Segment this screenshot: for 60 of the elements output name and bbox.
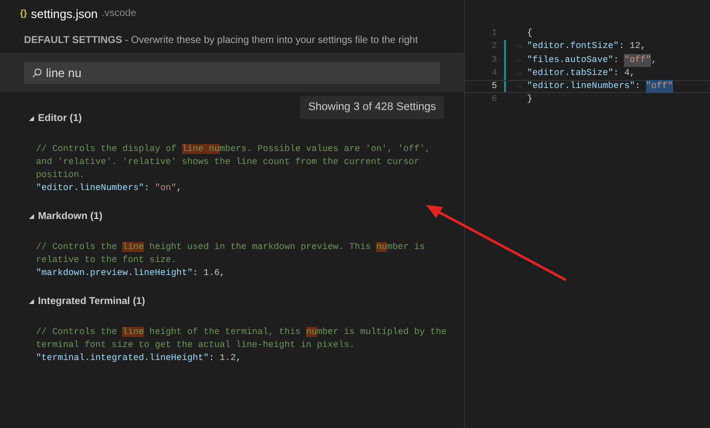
punctuation: {	[527, 27, 532, 40]
comment-line: relative to the font size.	[36, 254, 176, 266]
setting-key: "files.autoSave"	[527, 54, 614, 67]
comment-line: terminal font size to get the actual line-height in pixels.	[36, 338, 355, 352]
result-count-badge: Showing 3 of 428 Settings	[300, 96, 444, 118]
setting-key: "editor.fontSize"	[527, 40, 619, 54]
string-value: "off"	[646, 80, 673, 94]
setting-key: "editor.lineNumbers"	[527, 80, 636, 94]
line-number: 6	[490, 93, 497, 106]
line-number: 3	[490, 54, 497, 67]
json-file-icon: {}	[20, 6, 28, 20]
punctuation: :	[144, 182, 150, 194]
folder-name: .vscode	[102, 7, 136, 21]
comment-line: position.	[36, 168, 85, 182]
comment-line: // Controls the display of line numbers. Possible values are 'on', 'off',	[36, 142, 430, 156]
punctuation: ,	[236, 352, 242, 364]
number-value: 1.2	[220, 352, 236, 364]
number-value: 1.6	[203, 266, 220, 280]
expand-triangle-icon[interactable]	[29, 214, 34, 219]
setting-key: "terminal.integrated.lineHeight"	[36, 352, 209, 364]
search-field[interactable]: line nu	[24, 62, 440, 84]
banner-heading: DEFAULT SETTINGS	[24, 34, 122, 48]
punctuation: :	[192, 266, 200, 280]
expand-triangle-icon[interactable]	[29, 299, 34, 304]
punctuation: :	[613, 66, 620, 80]
expand-triangle-icon[interactable]	[29, 116, 34, 121]
punctuation: ,	[220, 266, 226, 280]
file-name[interactable]: settings.json	[31, 4, 98, 22]
comment-line: // Controls the line height of the terminal, this number is multipled by the	[36, 326, 446, 338]
search-icon	[32, 68, 42, 78]
group-title[interactable]: Editor (1)	[38, 111, 82, 126]
setting-key: "editor.tabSize"	[527, 66, 614, 80]
whitespace-arrow: →	[516, 81, 522, 92]
line-number: 4	[490, 66, 497, 80]
comment-line: and 'relative'. 'relative' shows the line count from the current cursor	[36, 156, 420, 168]
punctuation: ,	[640, 40, 646, 54]
punctuation: ,	[651, 54, 657, 67]
group-title[interactable]: Markdown (1)	[38, 209, 102, 224]
group-title[interactable]: Integrated Terminal (1)	[38, 294, 146, 309]
setting-key: "markdown.preview.lineHeight"	[36, 266, 193, 280]
number-value: 4	[624, 66, 630, 80]
punctuation: :	[613, 54, 620, 67]
setting-key: "editor.lineNumbers"	[36, 182, 144, 194]
punctuation: ,	[630, 66, 636, 80]
whitespace-arrow: →	[516, 41, 522, 52]
punctuation: :	[635, 80, 642, 94]
line-number: 5	[490, 80, 497, 94]
punctuation: }	[527, 93, 532, 106]
string-value: "off"	[624, 54, 652, 67]
whitespace-arrow: →	[516, 54, 522, 65]
comment-line: // Controls the line height used in the markdown preview. This number is	[36, 240, 425, 254]
line-number: 2	[490, 40, 497, 54]
line-number: 1	[490, 27, 497, 40]
banner-text: - Overwrite these by placing them into your settings file to the right	[124, 34, 418, 48]
number-value: 12	[630, 40, 640, 54]
string-value: "on"	[154, 182, 176, 194]
punctuation: :	[618, 40, 626, 54]
punctuation: ,	[176, 182, 182, 194]
punctuation: :	[208, 352, 216, 364]
whitespace-arrow: →	[516, 68, 522, 78]
